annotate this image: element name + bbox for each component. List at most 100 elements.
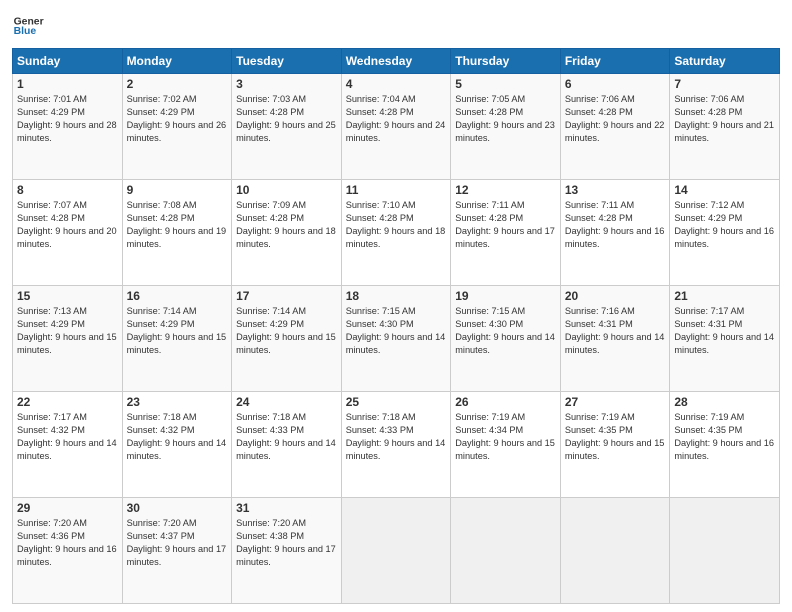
day-number: 14: [674, 183, 775, 197]
day-number: 26: [455, 395, 556, 409]
calendar-cell: [670, 498, 780, 604]
day-info: Sunrise: 7:04 AMSunset: 4:28 PMDaylight:…: [346, 93, 447, 145]
week-row-2: 8 Sunrise: 7:07 AMSunset: 4:28 PMDayligh…: [13, 180, 780, 286]
day-info: Sunrise: 7:18 AMSunset: 4:33 PMDaylight:…: [236, 411, 337, 463]
day-info: Sunrise: 7:20 AMSunset: 4:37 PMDaylight:…: [127, 517, 228, 569]
svg-text:Blue: Blue: [14, 26, 37, 37]
calendar-cell: 9 Sunrise: 7:08 AMSunset: 4:28 PMDayligh…: [122, 180, 232, 286]
day-info: Sunrise: 7:18 AMSunset: 4:33 PMDaylight:…: [346, 411, 447, 463]
calendar-cell: [560, 498, 670, 604]
header-saturday: Saturday: [670, 49, 780, 74]
calendar-cell: 31 Sunrise: 7:20 AMSunset: 4:38 PMDaylig…: [232, 498, 342, 604]
calendar-table: SundayMondayTuesdayWednesdayThursdayFrid…: [12, 48, 780, 604]
day-number: 11: [346, 183, 447, 197]
calendar-cell: 2 Sunrise: 7:02 AMSunset: 4:29 PMDayligh…: [122, 74, 232, 180]
day-info: Sunrise: 7:05 AMSunset: 4:28 PMDaylight:…: [455, 93, 556, 145]
header-tuesday: Tuesday: [232, 49, 342, 74]
calendar-cell: 15 Sunrise: 7:13 AMSunset: 4:29 PMDaylig…: [13, 286, 123, 392]
calendar-cell: 10 Sunrise: 7:09 AMSunset: 4:28 PMDaylig…: [232, 180, 342, 286]
day-number: 17: [236, 289, 337, 303]
calendar-cell: 23 Sunrise: 7:18 AMSunset: 4:32 PMDaylig…: [122, 392, 232, 498]
day-info: Sunrise: 7:07 AMSunset: 4:28 PMDaylight:…: [17, 199, 118, 251]
calendar-header-row: SundayMondayTuesdayWednesdayThursdayFrid…: [13, 49, 780, 74]
logo-area: General Blue: [12, 10, 48, 42]
header-sunday: Sunday: [13, 49, 123, 74]
calendar-cell: [341, 498, 451, 604]
calendar-cell: 21 Sunrise: 7:17 AMSunset: 4:31 PMDaylig…: [670, 286, 780, 392]
header-monday: Monday: [122, 49, 232, 74]
day-number: 1: [17, 77, 118, 91]
day-number: 9: [127, 183, 228, 197]
day-info: Sunrise: 7:06 AMSunset: 4:28 PMDaylight:…: [674, 93, 775, 145]
calendar-cell: 22 Sunrise: 7:17 AMSunset: 4:32 PMDaylig…: [13, 392, 123, 498]
day-number: 18: [346, 289, 447, 303]
day-info: Sunrise: 7:11 AMSunset: 4:28 PMDaylight:…: [565, 199, 666, 251]
calendar-cell: 24 Sunrise: 7:18 AMSunset: 4:33 PMDaylig…: [232, 392, 342, 498]
day-number: 5: [455, 77, 556, 91]
day-info: Sunrise: 7:01 AMSunset: 4:29 PMDaylight:…: [17, 93, 118, 145]
calendar-cell: 17 Sunrise: 7:14 AMSunset: 4:29 PMDaylig…: [232, 286, 342, 392]
calendar-cell: 12 Sunrise: 7:11 AMSunset: 4:28 PMDaylig…: [451, 180, 561, 286]
day-number: 19: [455, 289, 556, 303]
page: General Blue SundayMondayTuesdayWednesda…: [0, 0, 792, 612]
calendar-cell: 30 Sunrise: 7:20 AMSunset: 4:37 PMDaylig…: [122, 498, 232, 604]
day-info: Sunrise: 7:19 AMSunset: 4:34 PMDaylight:…: [455, 411, 556, 463]
header-friday: Friday: [560, 49, 670, 74]
top-bar: General Blue: [12, 10, 780, 42]
day-number: 30: [127, 501, 228, 515]
calendar-cell: 19 Sunrise: 7:15 AMSunset: 4:30 PMDaylig…: [451, 286, 561, 392]
day-number: 16: [127, 289, 228, 303]
calendar-cell: 20 Sunrise: 7:16 AMSunset: 4:31 PMDaylig…: [560, 286, 670, 392]
calendar-cell: 28 Sunrise: 7:19 AMSunset: 4:35 PMDaylig…: [670, 392, 780, 498]
day-info: Sunrise: 7:12 AMSunset: 4:29 PMDaylight:…: [674, 199, 775, 251]
calendar-cell: 25 Sunrise: 7:18 AMSunset: 4:33 PMDaylig…: [341, 392, 451, 498]
day-info: Sunrise: 7:03 AMSunset: 4:28 PMDaylight:…: [236, 93, 337, 145]
day-info: Sunrise: 7:14 AMSunset: 4:29 PMDaylight:…: [236, 305, 337, 357]
day-info: Sunrise: 7:20 AMSunset: 4:36 PMDaylight:…: [17, 517, 118, 569]
day-number: 23: [127, 395, 228, 409]
day-info: Sunrise: 7:15 AMSunset: 4:30 PMDaylight:…: [346, 305, 447, 357]
day-info: Sunrise: 7:02 AMSunset: 4:29 PMDaylight:…: [127, 93, 228, 145]
calendar-cell: 18 Sunrise: 7:15 AMSunset: 4:30 PMDaylig…: [341, 286, 451, 392]
day-info: Sunrise: 7:08 AMSunset: 4:28 PMDaylight:…: [127, 199, 228, 251]
day-info: Sunrise: 7:17 AMSunset: 4:31 PMDaylight:…: [674, 305, 775, 357]
calendar-cell: 11 Sunrise: 7:10 AMSunset: 4:28 PMDaylig…: [341, 180, 451, 286]
day-number: 27: [565, 395, 666, 409]
day-info: Sunrise: 7:17 AMSunset: 4:32 PMDaylight:…: [17, 411, 118, 463]
calendar-cell: 14 Sunrise: 7:12 AMSunset: 4:29 PMDaylig…: [670, 180, 780, 286]
day-number: 28: [674, 395, 775, 409]
day-number: 25: [346, 395, 447, 409]
calendar-cell: 1 Sunrise: 7:01 AMSunset: 4:29 PMDayligh…: [13, 74, 123, 180]
calendar-cell: 5 Sunrise: 7:05 AMSunset: 4:28 PMDayligh…: [451, 74, 561, 180]
week-row-4: 22 Sunrise: 7:17 AMSunset: 4:32 PMDaylig…: [13, 392, 780, 498]
calendar-cell: 16 Sunrise: 7:14 AMSunset: 4:29 PMDaylig…: [122, 286, 232, 392]
day-number: 12: [455, 183, 556, 197]
header-thursday: Thursday: [451, 49, 561, 74]
calendar-cell: 4 Sunrise: 7:04 AMSunset: 4:28 PMDayligh…: [341, 74, 451, 180]
day-number: 2: [127, 77, 228, 91]
day-info: Sunrise: 7:06 AMSunset: 4:28 PMDaylight:…: [565, 93, 666, 145]
day-number: 15: [17, 289, 118, 303]
calendar-cell: 8 Sunrise: 7:07 AMSunset: 4:28 PMDayligh…: [13, 180, 123, 286]
logo-icon: General Blue: [12, 10, 44, 42]
day-number: 21: [674, 289, 775, 303]
calendar-cell: 29 Sunrise: 7:20 AMSunset: 4:36 PMDaylig…: [13, 498, 123, 604]
day-number: 10: [236, 183, 337, 197]
calendar-cell: 3 Sunrise: 7:03 AMSunset: 4:28 PMDayligh…: [232, 74, 342, 180]
day-info: Sunrise: 7:13 AMSunset: 4:29 PMDaylight:…: [17, 305, 118, 357]
day-info: Sunrise: 7:19 AMSunset: 4:35 PMDaylight:…: [565, 411, 666, 463]
day-info: Sunrise: 7:14 AMSunset: 4:29 PMDaylight:…: [127, 305, 228, 357]
day-info: Sunrise: 7:10 AMSunset: 4:28 PMDaylight:…: [346, 199, 447, 251]
day-number: 4: [346, 77, 447, 91]
day-info: Sunrise: 7:20 AMSunset: 4:38 PMDaylight:…: [236, 517, 337, 569]
week-row-3: 15 Sunrise: 7:13 AMSunset: 4:29 PMDaylig…: [13, 286, 780, 392]
day-info: Sunrise: 7:09 AMSunset: 4:28 PMDaylight:…: [236, 199, 337, 251]
day-info: Sunrise: 7:18 AMSunset: 4:32 PMDaylight:…: [127, 411, 228, 463]
day-info: Sunrise: 7:16 AMSunset: 4:31 PMDaylight:…: [565, 305, 666, 357]
day-number: 8: [17, 183, 118, 197]
day-number: 29: [17, 501, 118, 515]
calendar-cell: 6 Sunrise: 7:06 AMSunset: 4:28 PMDayligh…: [560, 74, 670, 180]
calendar-cell: 27 Sunrise: 7:19 AMSunset: 4:35 PMDaylig…: [560, 392, 670, 498]
day-number: 20: [565, 289, 666, 303]
day-number: 3: [236, 77, 337, 91]
